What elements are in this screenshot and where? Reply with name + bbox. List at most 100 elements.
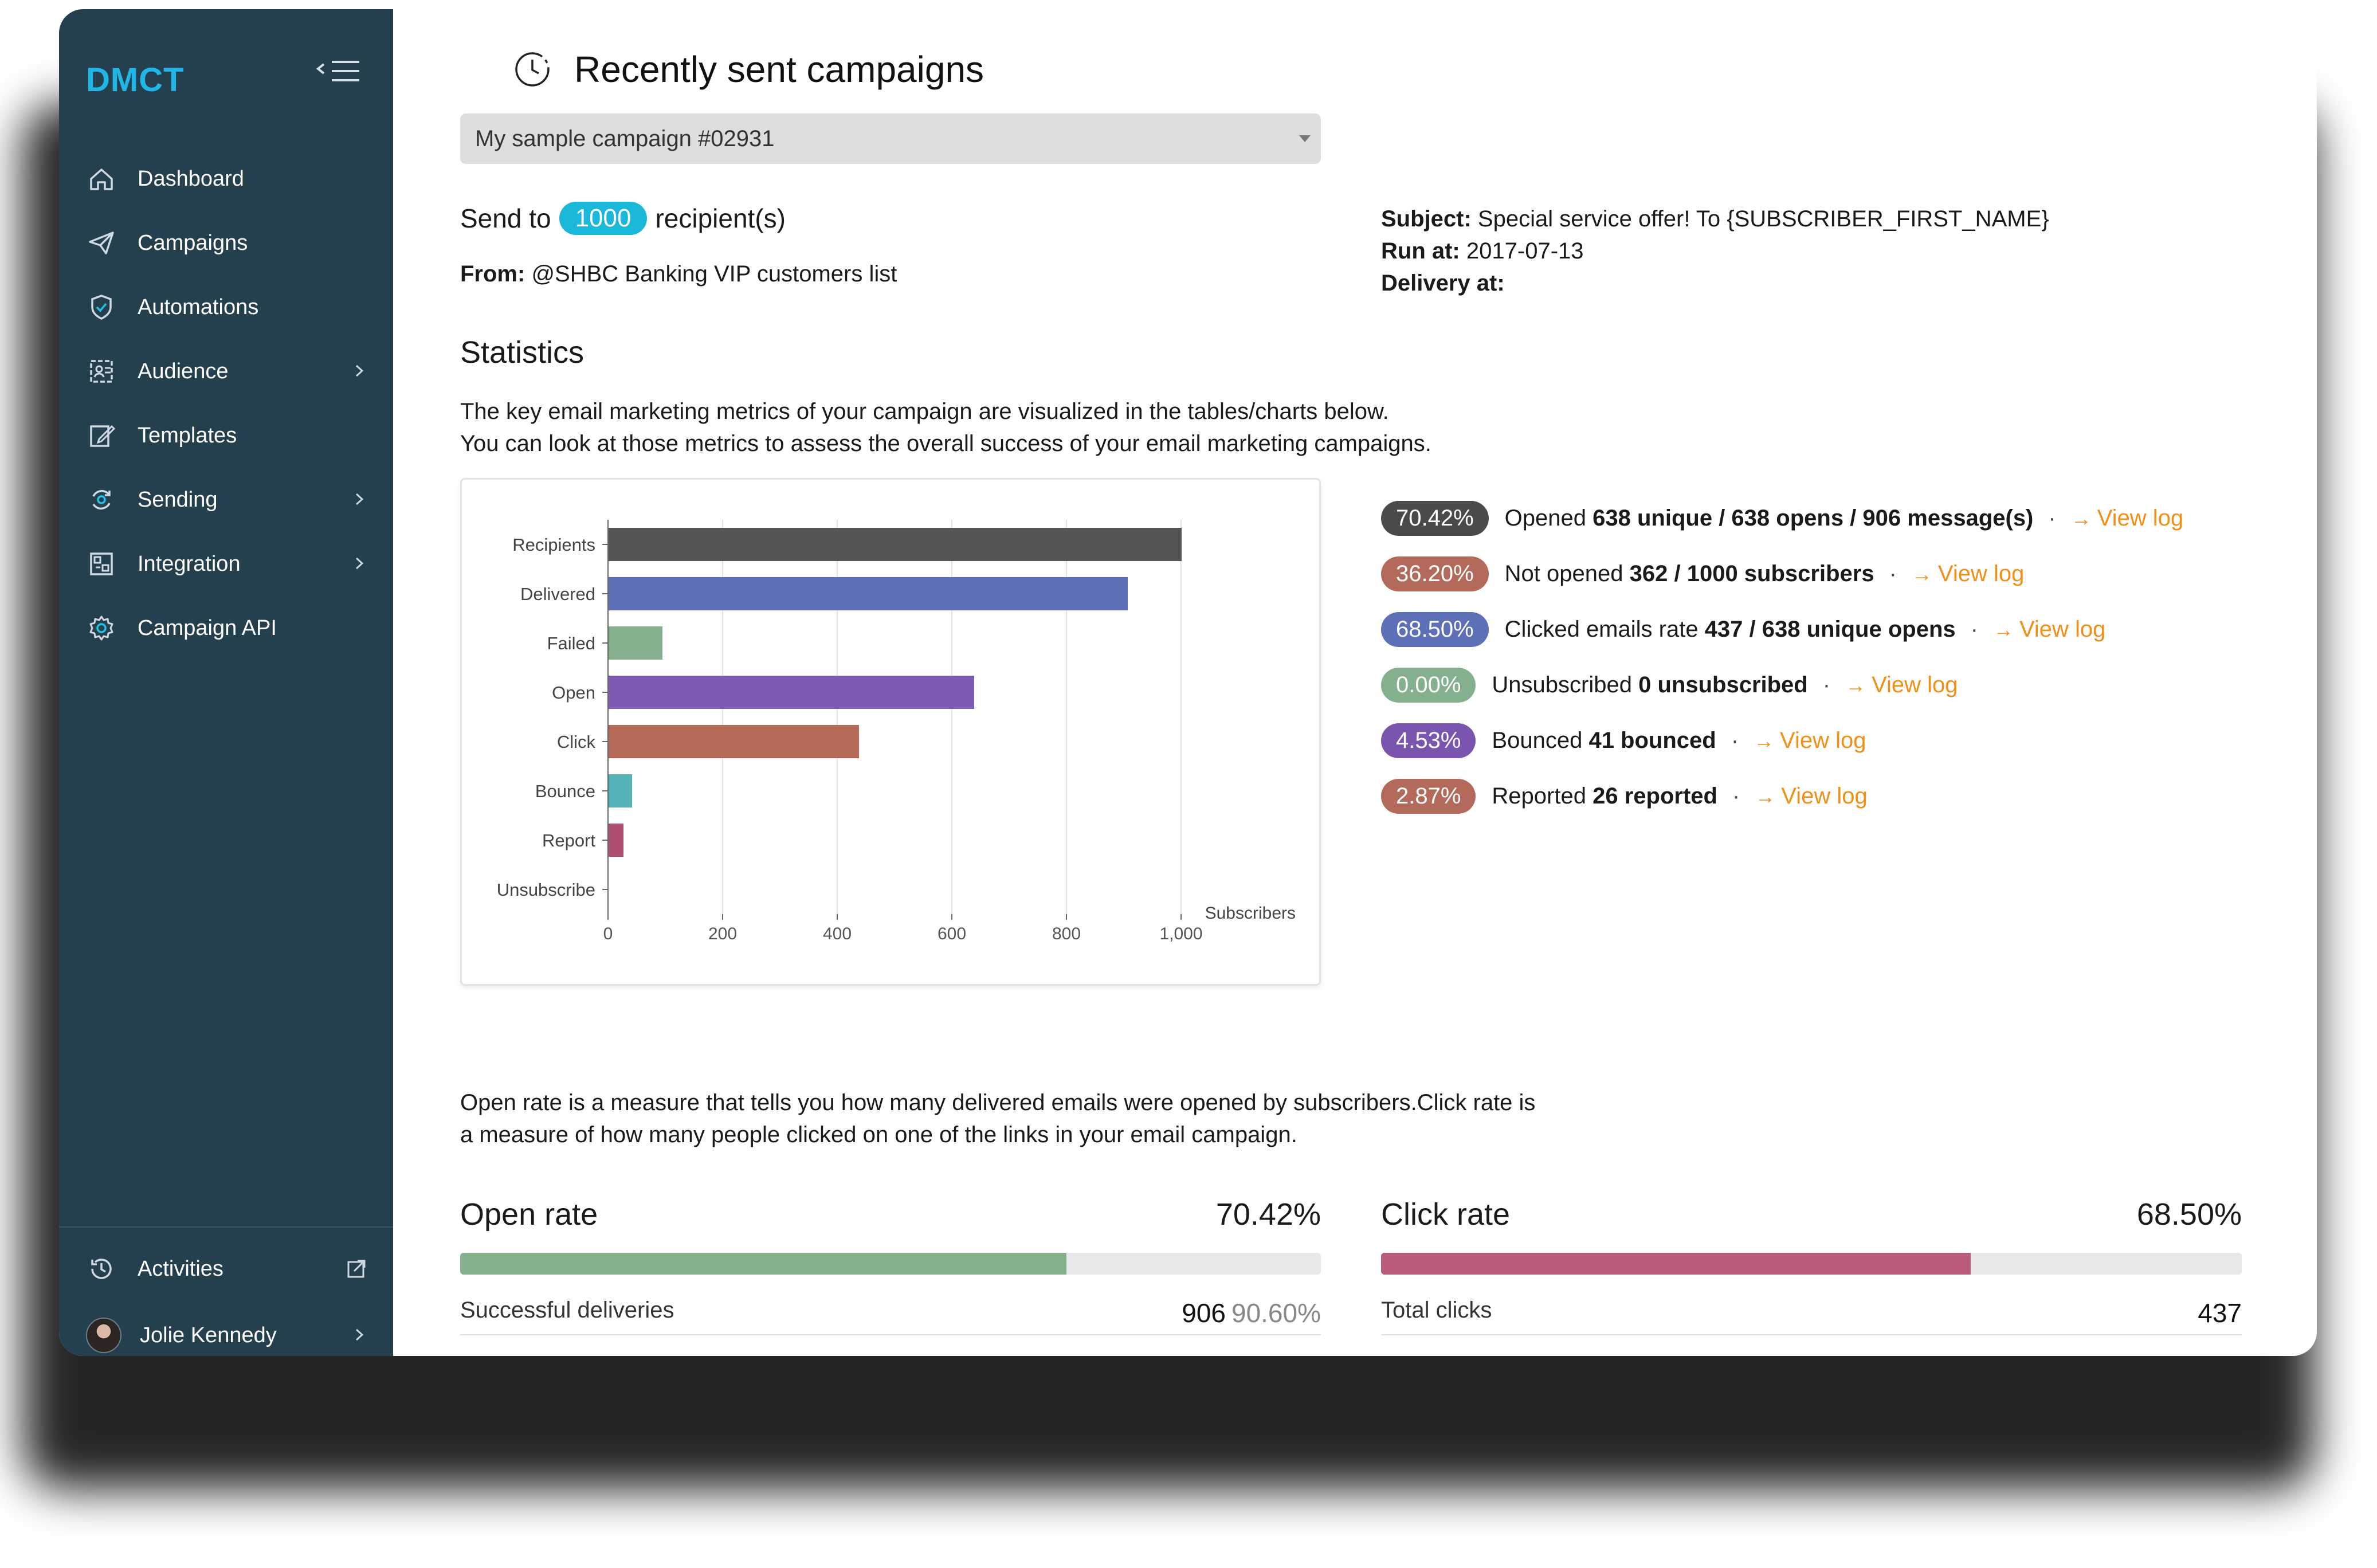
campaign-select[interactable]: My sample campaign #02931 xyxy=(460,113,1321,164)
subject-line: Subject: Special service offer! To {SUBS… xyxy=(1381,206,2049,232)
home-icon xyxy=(86,163,117,194)
divider xyxy=(1381,1334,2242,1335)
sidebar-item-label: Activities xyxy=(138,1256,223,1281)
external-link-icon[interactable] xyxy=(346,1259,367,1279)
view-log-link[interactable]: → View log xyxy=(1845,672,1958,698)
view-log-label: View log xyxy=(2097,505,2184,531)
bar-chart: 0 200 400 600 800 1,000 Recipients Delivered Fai… xyxy=(497,520,1296,943)
sidebar-item-label: Automations xyxy=(138,295,259,319)
stat-detail: 41 bounced xyxy=(1588,728,1716,753)
chevron-right-icon xyxy=(355,1328,364,1341)
stat-label: Opened xyxy=(1504,505,1593,531)
sidebar-item-dashboard[interactable]: Dashboard xyxy=(86,158,372,199)
app-window: DMCT Dashboard Campaigns Automations Audien… xyxy=(59,9,2317,1356)
view-log-label: View log xyxy=(1872,672,1958,697)
sidebar-item-label: Campaigns xyxy=(138,230,248,255)
open-rate-fill xyxy=(460,1253,1066,1275)
view-log-link[interactable]: → View log xyxy=(2071,505,2183,531)
delivery-line: Delivery at: xyxy=(1381,271,1505,296)
sidebar-item-label: Integration xyxy=(138,551,241,576)
view-log-link[interactable]: → View log xyxy=(1993,617,2105,642)
bar-bounce xyxy=(609,774,632,807)
rate-description: Open rate is a measure that tells you ho… xyxy=(460,1090,1536,1147)
divider xyxy=(460,1334,1321,1335)
stat-percentage-badge: 68.50% xyxy=(1381,612,1489,647)
click-rate-foot-label: Total clicks xyxy=(1381,1297,1492,1323)
click-rate-foot-num: 437 xyxy=(2198,1298,2242,1328)
stat-label: Unsubscribed xyxy=(1492,672,1639,697)
stat-label: Bounced xyxy=(1492,728,1589,753)
sidebar-item-sending[interactable]: Sending xyxy=(86,479,372,520)
open-rate-bar xyxy=(460,1253,1321,1275)
sidebar-item-templates[interactable]: Templates xyxy=(86,415,372,456)
arrow-right-icon: → xyxy=(1754,728,1775,752)
stat-row: 4.53% Bounced 41 bounced · → View log xyxy=(1381,713,2183,769)
send-to-line: Send to 1000 recipient(s) xyxy=(460,202,786,235)
stat-percentage-badge: 36.20% xyxy=(1381,556,1489,591)
statistics-chart-card: 0 200 400 600 800 1,000 Recipients Delivered Fai… xyxy=(460,478,1321,986)
sidebar-item-integration[interactable]: Integration xyxy=(86,543,372,585)
sidebar-item-campaigns[interactable]: Campaigns xyxy=(86,222,372,264)
chevron-right-icon xyxy=(355,364,364,377)
click-rate-value: 68.50% xyxy=(2136,1197,2242,1232)
user-menu[interactable]: Jolie Kennedy xyxy=(86,1315,372,1356)
view-log-link[interactable]: → View log xyxy=(1912,561,2024,587)
category-label: Recipients xyxy=(512,535,595,555)
category-label: Click xyxy=(557,732,596,752)
view-log-label: View log xyxy=(1781,783,1868,809)
sidebar-item-activities[interactable]: Activities xyxy=(86,1248,372,1289)
click-rate-bar xyxy=(1381,1253,2242,1275)
stat-label: Not opened xyxy=(1504,561,1630,586)
bar-report xyxy=(609,824,623,857)
open-rate-value: 70.42% xyxy=(1215,1197,1321,1232)
clock-icon xyxy=(515,52,550,87)
caret-down-icon xyxy=(1299,135,1311,142)
bar-click xyxy=(609,725,859,758)
audience-icon xyxy=(86,356,117,387)
gear-icon xyxy=(86,613,117,644)
arrow-right-icon: → xyxy=(2070,506,2092,530)
campaign-meta: Subject: Special service offer! To {SUBS… xyxy=(1381,203,2049,299)
stat-row: 68.50% Clicked emails rate 437 / 638 uniq… xyxy=(1381,602,2183,657)
x-tick-label: 600 xyxy=(938,924,966,943)
stat-detail: 362 / 1000 subscribers xyxy=(1629,561,1874,586)
sidebar-item-automations[interactable]: Automations xyxy=(86,287,372,328)
stat-percentage-badge: 70.42% xyxy=(1381,501,1489,536)
click-rate-block: Click rate 68.50% Total clicks 437 xyxy=(1381,1192,2242,1335)
arrow-right-icon: → xyxy=(1755,784,1776,808)
sidebar-item-label: Sending xyxy=(138,487,218,512)
sidebar-item-label: Campaign API xyxy=(138,616,277,640)
x-tick-label: 400 xyxy=(823,924,852,943)
category-label: Report xyxy=(542,830,595,850)
stat-label: Reported xyxy=(1492,783,1593,809)
chevron-right-icon xyxy=(355,557,364,570)
sidebar-item-label: Audience xyxy=(138,359,229,383)
sidebar-divider xyxy=(59,1226,393,1228)
user-name: Jolie Kennedy xyxy=(140,1323,277,1347)
open-rate-foot-pct: 90.60% xyxy=(1231,1298,1321,1328)
statistics-description: The key email marketing metrics of your … xyxy=(460,399,1431,456)
collapse-sidebar-icon[interactable] xyxy=(316,57,362,87)
view-log-label: View log xyxy=(1780,728,1866,753)
separator-dot: · xyxy=(2048,505,2056,531)
stat-row: 36.20% Not opened 362 / 1000 subscribers ·… xyxy=(1381,546,2183,602)
arrow-right-icon: → xyxy=(1845,673,1866,697)
stat-detail: 638 unique / 638 opens / 906 message(s) xyxy=(1592,505,2034,531)
brand-logo[interactable]: DMCT xyxy=(86,61,185,99)
recipient-count-badge: 1000 xyxy=(559,202,648,235)
view-log-link[interactable]: → View log xyxy=(1754,728,1866,754)
sidebar-item-campaign-api[interactable]: Campaign API xyxy=(86,607,372,649)
sidebar-item-label: Templates xyxy=(138,423,237,448)
main-content: Recently sent campaigns My sample campai… xyxy=(393,9,2317,1356)
open-rate-foot-num: 906 xyxy=(1182,1298,1226,1328)
sidebar-item-audience[interactable]: Audience xyxy=(86,351,372,392)
click-rate-fill xyxy=(1381,1253,1971,1275)
bar-delivered xyxy=(609,577,1128,610)
stat-row: 2.87% Reported 26 reported · → View log xyxy=(1381,769,2183,824)
stat-row: 0.00% Unsubscribed 0 unsubscribed · → View l… xyxy=(1381,657,2183,713)
click-rate-title: Click rate xyxy=(1381,1197,1511,1232)
stat-percentage-badge: 2.87% xyxy=(1381,779,1476,814)
view-log-link[interactable]: → View log xyxy=(1755,783,1867,809)
x-tick-label: 1,000 xyxy=(1159,924,1202,943)
open-rate-title: Open rate xyxy=(460,1197,598,1232)
